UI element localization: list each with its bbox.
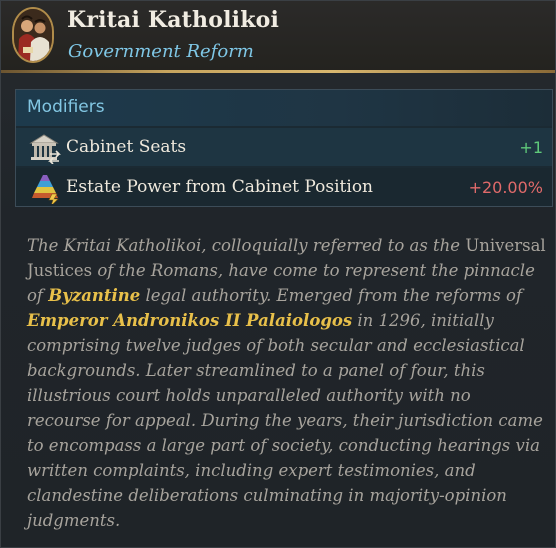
modifier-value: +20.00% — [468, 178, 543, 197]
description-link-byzantine[interactable]: Byzantine — [48, 286, 140, 305]
reform-tooltip: Kritai Katholikoi Government Reform Modi… — [0, 0, 556, 548]
description-text: in 1296, initially comprising twelve jud… — [27, 311, 543, 530]
reform-title: Kritai Katholikoi — [67, 7, 280, 33]
modifier-value: +1 — [519, 138, 543, 157]
modifiers-heading: Modifiers — [27, 97, 105, 117]
description-text: The Kritai Katholikoi, colloquially refe… — [27, 236, 466, 255]
cabinet-building-icon — [28, 132, 62, 165]
reform-type: Government Reform — [68, 41, 254, 62]
reform-description: The Kritai Katholikoi, colloquially refe… — [27, 233, 549, 533]
modifier-label: Estate Power from Cabinet Position — [66, 177, 374, 197]
modifier-row-estate-power[interactable]: Estate Power from Cabinet Position +20.0… — [16, 168, 552, 207]
modifiers-panel: Modifiers Cabinet Seats +1 Estate Power … — [15, 89, 553, 207]
modifiers-heading-bar: Modifiers — [16, 90, 552, 126]
modifier-row-cabinet-seats[interactable]: Cabinet Seats +1 — [16, 128, 552, 166]
description-text: legal authority. Emerged from the reform… — [140, 286, 523, 305]
estate-pyramid-icon — [28, 172, 62, 207]
judges-portrait-icon — [12, 7, 54, 63]
description-link-emperor[interactable]: Emperor Andronikos II Palaiologos — [27, 311, 352, 330]
tooltip-header: Kritai Katholikoi Government Reform — [1, 1, 555, 71]
modifier-label: Cabinet Seats — [66, 137, 187, 157]
header-divider — [1, 70, 555, 73]
